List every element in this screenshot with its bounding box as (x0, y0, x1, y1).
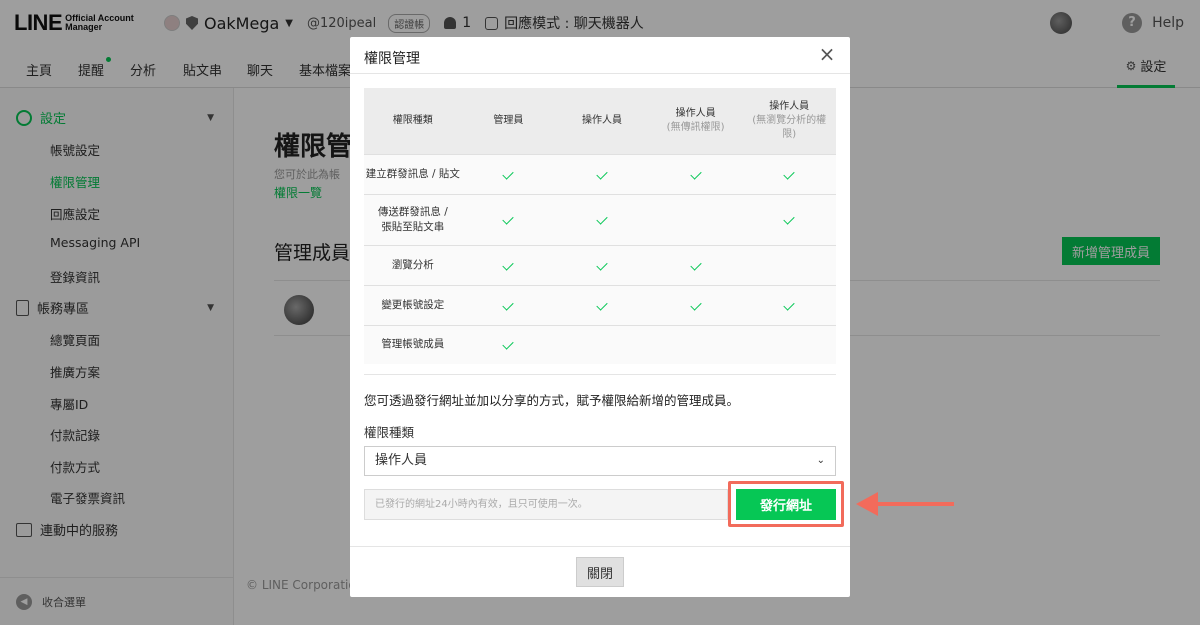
permission-cell (461, 284, 556, 325)
table-header-row: 權限種類 管理員 操作人員 操作人員 (無傳訊權限) 操作人員 (無瀏覽分析的權限) (364, 88, 836, 154)
permission-cell (742, 244, 836, 285)
permission-type-label: 權限種類 (364, 425, 415, 440)
highlight-box (728, 481, 844, 527)
check-icon (596, 298, 608, 311)
issue-url-hint: 您可透過發行網址並加以分享的方式，賦予權限給新增的管理成員。 (364, 393, 740, 408)
permission-cell (555, 244, 649, 285)
permission-type-value: 操作人員 (375, 453, 428, 468)
modal-title: 權限管理 (364, 51, 420, 67)
check-icon (502, 298, 515, 311)
check-icon (596, 167, 608, 180)
column-header-label: 操作人員 (675, 107, 716, 119)
permission-cell (461, 193, 556, 245)
permission-cell (648, 284, 743, 325)
check-icon (689, 167, 702, 180)
table-row: 變更帳號設定 (364, 284, 836, 325)
check-icon (689, 258, 702, 271)
check-icon (689, 298, 702, 311)
column-header-label: 操作人員 (582, 114, 622, 126)
check-icon (502, 213, 515, 225)
close-button[interactable]: 關閉 (576, 557, 624, 587)
arrow-left-icon (856, 492, 954, 516)
divider (364, 374, 836, 375)
column-header: 操作人員 (555, 88, 649, 154)
close-icon[interactable]: × (818, 44, 836, 64)
permission-cell (555, 153, 649, 194)
permission-type-select[interactable]: 操作人員 ⌄ (364, 446, 836, 476)
permission-cell (555, 193, 649, 245)
chevron-down-icon[interactable]: ⌄ (817, 447, 825, 475)
check-icon (502, 258, 515, 271)
check-icon (596, 258, 608, 271)
permission-cell (742, 324, 836, 364)
permission-cell (461, 244, 556, 285)
permission-cell (648, 153, 743, 194)
table-row: 傳送群發訊息 / 張貼至貼文串 (364, 193, 836, 245)
check-icon (502, 167, 515, 180)
column-header: 權限種類 (364, 88, 462, 154)
column-header-sublabel: (無瀏覽分析的權限) (752, 114, 827, 140)
permission-cell (648, 193, 743, 245)
permission-label: 管理帳號成員 (364, 324, 462, 364)
check-icon (783, 298, 795, 311)
permission-cell (742, 193, 836, 245)
check-icon (596, 213, 608, 225)
permission-label: 瀏覽分析 (364, 244, 462, 285)
permission-cell (648, 244, 743, 285)
modal-header: 權限管理 × (350, 37, 850, 74)
column-header: 操作人員 (無傳訊權限) (648, 88, 743, 154)
modal-footer-divider (350, 546, 850, 547)
permission-cell (461, 324, 556, 364)
permission-cell (461, 153, 556, 194)
table-row: 瀏覽分析 (364, 244, 836, 285)
column-header-label: 權限種類 (392, 114, 433, 126)
permission-cell (555, 284, 649, 325)
column-header: 操作人員 (無瀏覽分析的權限) (742, 88, 836, 154)
permission-cell (648, 324, 743, 364)
column-header: 管理員 (461, 88, 556, 154)
check-icon (783, 167, 795, 180)
permission-cell (555, 324, 649, 364)
permission-label: 變更帳號設定 (364, 284, 462, 325)
permissions-table: 權限種類 管理員 操作人員 操作人員 (無傳訊權限) 操作人員 (無瀏覽分析的權限)… (364, 88, 836, 364)
column-header-label: 操作人員 (769, 100, 810, 112)
permission-cell (742, 153, 836, 194)
issued-url-field[interactable]: 已發行的網址24小時內有效，且只可使用一次。 (364, 489, 728, 520)
permission-cell (742, 284, 836, 325)
column-header-sublabel: (無傳訊權限) (666, 121, 725, 133)
permission-label: 傳送群發訊息 / 張貼至貼文串 (364, 193, 462, 245)
check-icon (783, 213, 795, 225)
permission-label: 建立群發訊息 / 貼文 (364, 153, 462, 194)
column-header-label: 管理員 (493, 114, 524, 126)
check-icon (502, 338, 515, 350)
table-row: 建立群發訊息 / 貼文 (364, 153, 836, 194)
table-row: 管理帳號成員 (364, 324, 836, 364)
